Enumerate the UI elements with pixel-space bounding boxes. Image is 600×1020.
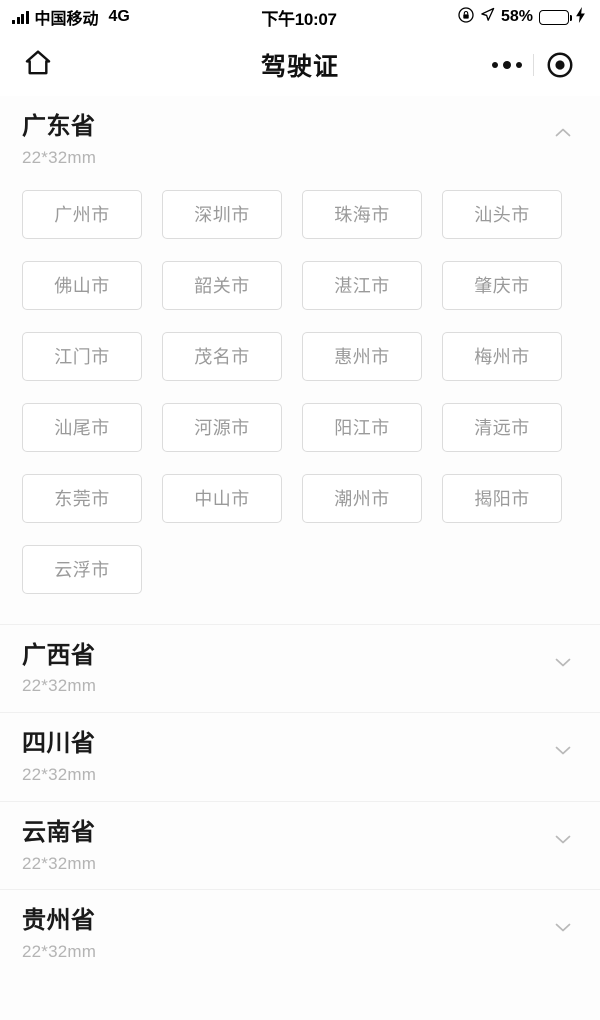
city-chip[interactable]: 清远市 bbox=[442, 402, 562, 452]
location-arrow-icon bbox=[480, 7, 495, 27]
chevron-down-icon[interactable] bbox=[548, 824, 578, 854]
city-grid: 广州市 深圳市 珠海市 汕头市佛山市 韶关市 湛江市 肇庆市江门市 茂名市 惠州市 梅州市汕尾市河… bbox=[0, 184, 600, 624]
status-bar-right: 58% bbox=[337, 6, 586, 28]
battery-icon bbox=[539, 9, 573, 25]
city-chip[interactable]: 东莞市 bbox=[22, 473, 142, 523]
chevron-down-icon[interactable] bbox=[548, 647, 578, 677]
city-chip[interactable]: 河源市 bbox=[162, 402, 282, 452]
province-header-广东省[interactable]: 广东省 22*32mm bbox=[0, 96, 600, 184]
province-header-广西省[interactable]: 广西省 22*32mm bbox=[0, 625, 600, 713]
city-chip[interactable]: 江门市 bbox=[22, 331, 142, 381]
province-texts: 广东省 22*32mm bbox=[22, 113, 548, 168]
city-chip[interactable]: 云浮市 bbox=[22, 544, 142, 594]
province-header-四川省[interactable]: 四川省 22*32mm bbox=[0, 713, 600, 801]
province-name: 贵州省 bbox=[22, 907, 96, 935]
province-size-label: 22*32mm bbox=[22, 942, 97, 962]
home-button[interactable] bbox=[18, 45, 58, 85]
province-texts: 四川省 22*32mm bbox=[22, 730, 548, 785]
lightning-bolt-icon bbox=[575, 6, 586, 28]
province-header-贵州省[interactable]: 贵州省 22*32mm bbox=[0, 890, 600, 978]
province-section: 广东省 22*32mm 广州市 深圳市 珠海市 汕头市佛山市 韶关市 湛江市 肇庆市江门市 茂名市… bbox=[0, 96, 600, 625]
more-dots-icon[interactable] bbox=[481, 44, 533, 86]
navigation-bar: 驾驶证 bbox=[0, 34, 600, 96]
chevron-up-icon[interactable] bbox=[548, 118, 578, 148]
province-name: 广东省 bbox=[22, 113, 96, 140]
city-chip[interactable]: 韶关市 bbox=[162, 260, 282, 310]
city-chip[interactable]: 潮州市 bbox=[302, 473, 422, 523]
target-icon[interactable] bbox=[534, 44, 586, 86]
province-name: 广西省 bbox=[22, 641, 96, 669]
city-chip[interactable]: 深圳市 bbox=[162, 189, 282, 239]
carrier-label: 中国移动 bbox=[34, 11, 99, 28]
city-chip[interactable]: 湛江市 bbox=[302, 260, 422, 310]
city-chip[interactable]: 惠州市 bbox=[302, 331, 422, 381]
home-icon bbox=[23, 48, 53, 83]
province-size-label: 22*32mm bbox=[22, 853, 97, 873]
province-section: 贵州省 22*32mm bbox=[0, 890, 600, 978]
province-section: 四川省 22*32mm bbox=[0, 713, 600, 802]
province-list[interactable]: 广东省 22*32mm 广州市 深圳市 珠海市 汕头市佛山市 韶关市 湛江市 肇庆市江门市 茂名市… bbox=[0, 96, 600, 1020]
mini-program-capsule bbox=[481, 44, 586, 86]
province-texts: 云南省 22*32mm bbox=[22, 818, 548, 874]
province-section: 广西省 22*32mm bbox=[0, 624, 600, 714]
city-chip[interactable]: 珠海市 bbox=[302, 189, 422, 239]
lock-rotation-icon bbox=[458, 6, 474, 28]
city-chip[interactable]: 梅州市 bbox=[442, 331, 562, 381]
status-bar-left: 中国移动 4G bbox=[12, 5, 261, 29]
clock-label: 下午10:07 bbox=[261, 9, 337, 29]
city-chip[interactable]: 阳江市 bbox=[302, 402, 422, 452]
signal-bars-icon bbox=[12, 10, 29, 24]
network-type-label: 4G bbox=[108, 8, 130, 25]
province-size-label: 22*32mm bbox=[22, 765, 97, 784]
chevron-down-icon[interactable] bbox=[548, 912, 578, 942]
province-texts: 贵州省 22*32mm bbox=[22, 907, 548, 962]
city-chip[interactable]: 汕尾市 bbox=[22, 402, 142, 452]
chevron-down-icon[interactable] bbox=[548, 735, 578, 765]
city-chip[interactable]: 肇庆市 bbox=[442, 260, 562, 310]
battery-percent-label: 58% bbox=[500, 8, 534, 25]
city-chip[interactable]: 中山市 bbox=[162, 473, 282, 523]
status-bar: 中国移动 4G 下午10:07 58% bbox=[0, 0, 600, 34]
phone-screen: 中国移动 4G 下午10:07 58% 驾驶证 广东省 22*32mm 广州市 … bbox=[0, 0, 600, 1020]
city-chip[interactable]: 佛山市 bbox=[22, 260, 142, 310]
city-chip[interactable]: 茂名市 bbox=[162, 331, 282, 381]
province-size-label: 22*32mm bbox=[22, 147, 97, 167]
province-name: 云南省 bbox=[22, 818, 96, 846]
province-header-云南省[interactable]: 云南省 22*32mm bbox=[0, 802, 600, 890]
province-name: 四川省 bbox=[22, 730, 96, 758]
province-texts: 广西省 22*32mm bbox=[22, 641, 548, 697]
province-section: 云南省 22*32mm bbox=[0, 801, 600, 891]
status-bar-center: 下午10:07 bbox=[261, 5, 337, 30]
city-chip[interactable]: 揭阳市 bbox=[442, 473, 562, 523]
city-chip[interactable]: 广州市 bbox=[22, 189, 142, 239]
city-chip[interactable]: 汕头市 bbox=[442, 189, 562, 239]
province-size-label: 22*32mm bbox=[22, 676, 97, 696]
